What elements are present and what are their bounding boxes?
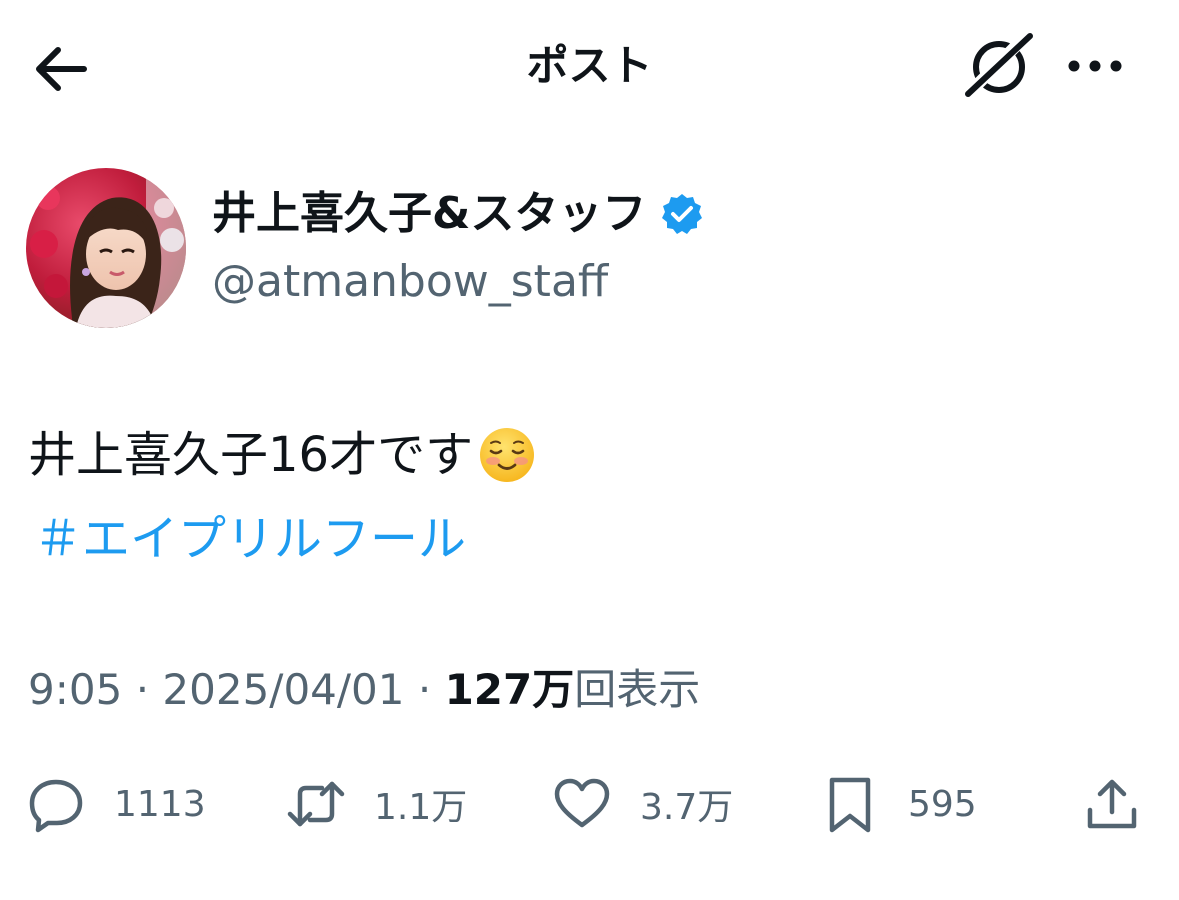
more-options-button[interactable] [1062, 40, 1132, 92]
bookmark-button[interactable]: 595 [820, 772, 977, 836]
reply-bubble-icon [29, 779, 83, 833]
retweet-button[interactable]: 1.1万 [286, 772, 467, 836]
retweet-icon [287, 781, 345, 827]
tweet-text-content: 井上喜久子16才です [28, 427, 474, 483]
author-name[interactable]: 井上喜久子&スタッフ [212, 186, 704, 242]
like-button[interactable]: 3.7万 [552, 772, 733, 836]
post-date[interactable]: 2025/04/01 [162, 665, 404, 714]
author-avatar[interactable] [26, 168, 186, 328]
share-button[interactable] [1082, 772, 1142, 836]
smiling-face-emoji-icon [480, 428, 535, 482]
post-detail-page: ポスト 井上喜久子&スタッフ @atmanbow_staff 井上喜久子16才で… [0, 0, 1179, 900]
bookmark-count: 595 [908, 783, 977, 825]
bookmark-icon [829, 777, 871, 833]
meta-separator: · [135, 665, 150, 714]
reply-count: 1113 [114, 783, 206, 825]
tweet-text: 井上喜久子16才です [28, 420, 537, 490]
post-time[interactable]: 9:05 [28, 665, 122, 714]
post-meta: 9:05 · 2025/04/01 · 127万回表示 [28, 660, 700, 720]
verified-badge-icon [662, 194, 703, 234]
views-count: 127万 [444, 665, 575, 714]
heart-icon [554, 778, 610, 828]
author-handle[interactable]: @atmanbow_staff [212, 254, 608, 310]
share-upload-icon [1087, 779, 1137, 829]
hashtag-link[interactable]: ＃エイプリルフール [34, 504, 466, 574]
meta-separator: · [417, 665, 432, 714]
more-dots-icon [1068, 60, 1122, 72]
grok-icon [960, 28, 1034, 102]
reply-button[interactable]: 1113 [26, 772, 206, 836]
author-name-text: 井上喜久子&スタッフ [212, 188, 647, 239]
avatar-image [26, 168, 186, 328]
views-label: 回表示 [574, 665, 701, 714]
like-count: 3.7万 [640, 787, 734, 828]
grok-button[interactable] [960, 28, 1040, 102]
retweet-count: 1.1万 [374, 787, 468, 828]
